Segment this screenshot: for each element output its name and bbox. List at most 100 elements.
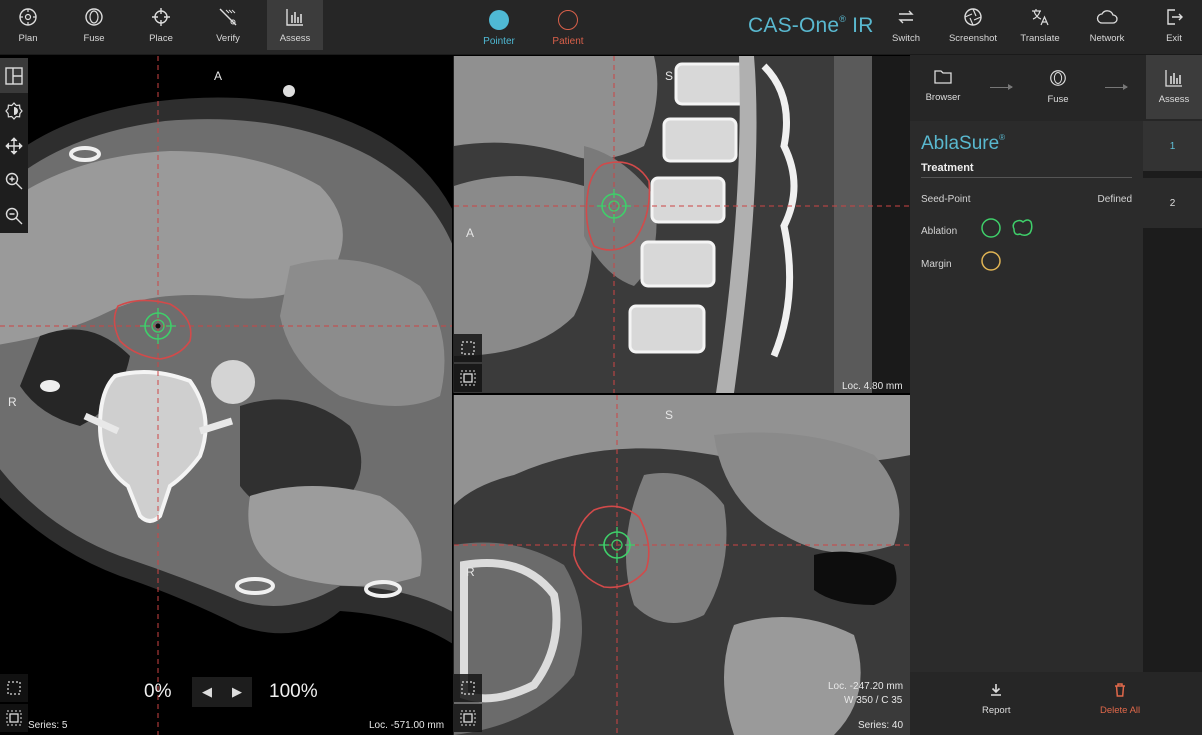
axial-crop-button[interactable] [0,704,28,732]
coronal-location-label: Loc. -247.20 mm [828,681,904,692]
coronal-orient-top: S [665,408,674,422]
workflow-assess-button[interactable]: Assess [1146,55,1202,119]
axial-series-label: Series: 5 [28,720,68,731]
workflow-fuse-button[interactable]: Fuse [1030,55,1086,119]
screenshot-label: Screenshot [948,33,998,44]
zoom-in-icon [5,172,23,189]
zoom-in-button[interactable] [0,163,28,198]
window-level-button[interactable] [0,93,28,128]
coronal-viewport[interactable]: S R Loc. -247.20 mm W 350 / C 35 Series:… [453,395,910,735]
pointer-mode-button[interactable]: Pointer [469,10,529,47]
select-region-icon [461,681,475,695]
brand-name: CAS-One [748,14,840,37]
viewport-tools [0,58,28,233]
app-brand: CAS-One® IR [748,14,874,38]
coronal-orient-left: R [466,565,475,579]
verify-icon [217,6,239,28]
result-tab-2[interactable]: 2 [1143,178,1202,228]
crop-region-icon [6,710,22,726]
sagittal-orient-left: A [466,226,475,240]
ablasure-title: AblaSure® [921,133,1005,155]
exit-label: Exit [1166,33,1182,44]
workflow-assess-label: Assess [1158,94,1190,105]
translate-button[interactable]: Translate [1012,0,1068,50]
assess-button[interactable]: Assess [267,0,323,50]
folder-icon [934,70,952,84]
screenshot-button[interactable]: Screenshot [945,0,1001,50]
brand-suffix: IR [852,14,874,37]
screenshot-icon [962,6,984,28]
fuse-label: Fuse [83,33,105,44]
fuse-icon [83,6,105,28]
verify-button[interactable]: Verify [200,0,256,50]
brand-mark: ® [839,14,847,24]
ablasure-name: AblaSure [921,133,1000,154]
axial-orient-left: R [8,395,17,409]
coronal-select-button[interactable] [454,674,482,702]
coronal-crop-button[interactable] [454,704,482,732]
network-button[interactable]: Network [1079,0,1135,50]
download-icon [991,684,1002,696]
exit-icon [1163,6,1185,28]
switch-button[interactable]: Switch [878,0,934,50]
axial-select-button[interactable] [0,674,28,702]
result-tabs: 1 2 [1143,121,1202,672]
exit-button[interactable]: Exit [1146,0,1202,50]
select-region-icon [461,341,475,355]
seed-point-label: Seed-Point [921,194,971,205]
assess-icon [1165,70,1182,87]
sagittal-orient-top: S [665,69,674,83]
sagittal-ct-image [454,56,910,393]
result-tab-1[interactable]: 1 [1143,121,1202,171]
network-icon [1096,6,1118,28]
ablation-label: Ablation [921,226,958,237]
ablasure-panel: AblaSure® Treatment Seed-Point Defined A… [910,121,1143,672]
window-level-icon [5,101,23,120]
plan-button[interactable]: Plan [0,0,56,50]
margin-sphere-toggle[interactable] [980,250,1002,272]
fuse-button[interactable]: Fuse [66,0,122,50]
place-button[interactable]: Place [133,0,189,50]
workflow-fuse-label: Fuse [1047,94,1069,105]
workflow-browser-label: Browser [925,92,961,103]
translate-label: Translate [1020,33,1060,44]
sagittal-select-button[interactable] [454,334,482,362]
crop-region-icon [460,370,476,386]
assess-icon [284,6,306,28]
window-center-label: W 350 / C 35 [844,695,903,706]
plan-label: Plan [18,33,38,44]
opacity-min-label: 0% [144,681,172,702]
patient-mode-button[interactable]: Patient [538,10,598,47]
ablation-contour-toggle[interactable] [1011,217,1035,239]
axial-ct-image [0,56,452,735]
zoom-out-button[interactable] [0,198,28,233]
ablation-sphere-toggle[interactable] [980,217,1002,239]
plan-icon [17,6,39,28]
axial-viewport[interactable]: A R Series: 5 Loc. -571.00 mm 0% 100% [0,56,452,735]
place-label: Place [149,33,173,44]
layout-icon [5,66,23,85]
coronal-series-label: Series: 40 [858,720,904,731]
axial-location-label: Loc. -571.00 mm [369,720,445,731]
report-button[interactable]: Report [982,682,1011,716]
right-panel: Browser Fuse Assess AblaSure® Treatment … [910,55,1202,735]
workflow-arrow-icon [990,84,1013,90]
sagittal-viewport[interactable]: S A Loc. 4.80 mm [453,56,910,393]
fuse-icon [1050,70,1066,86]
place-icon [150,6,172,28]
pointer-label: Pointer [483,36,515,47]
assess-label: Assess [279,33,311,44]
pan-button[interactable] [0,128,28,163]
previous-slice-button[interactable]: ◀ [202,684,212,700]
delete-all-button[interactable]: Delete All [1100,682,1140,716]
next-slice-button[interactable]: ▶ [232,684,242,700]
workflow-browser-button[interactable]: Browser [915,55,971,119]
crop-region-icon [460,710,476,726]
layout-button[interactable] [0,58,28,93]
axial-orient-top: A [214,69,223,83]
sagittal-crop-button[interactable] [454,364,482,392]
ablasure-mark: ® [999,133,1006,142]
trash-icon [1115,683,1126,697]
zoom-out-icon [5,207,23,224]
select-region-icon [7,681,21,695]
